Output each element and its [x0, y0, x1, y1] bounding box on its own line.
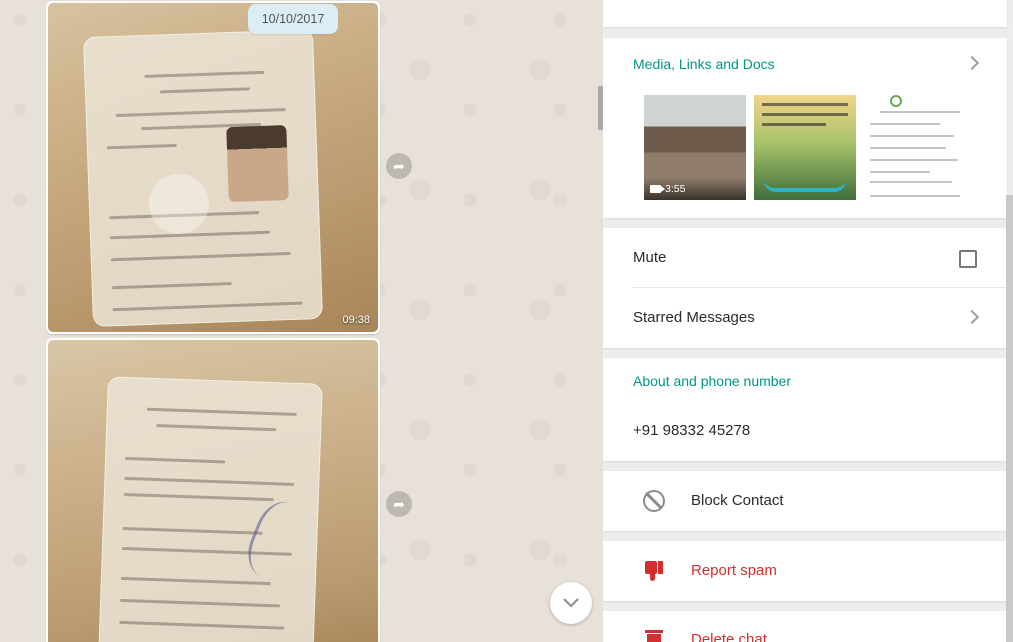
contact-info-panel: Media, Links and Docs 3:55 Mute Starred …	[603, 0, 1013, 642]
image-message[interactable]	[46, 338, 380, 642]
chevron-right-icon[interactable]	[964, 55, 980, 71]
forward-icon[interactable]: ➦	[386, 153, 412, 179]
photo-portrait	[226, 125, 289, 203]
about-title: About and phone number	[633, 373, 792, 389]
id-card	[83, 29, 323, 327]
media-thumbnails: 3:55	[644, 95, 966, 200]
block-contact-button[interactable]: Block Contact	[603, 471, 1007, 531]
media-thumb-image[interactable]	[754, 95, 856, 200]
media-section[interactable]: Media, Links and Docs 3:55	[603, 38, 1007, 218]
scroll-down-button[interactable]	[550, 582, 592, 624]
image-calligraphy	[764, 172, 846, 192]
forward-icon[interactable]: ➦	[386, 491, 412, 517]
id-card	[98, 376, 326, 642]
about-section: About and phone number +91 98332 45278	[603, 358, 1007, 461]
image-message[interactable]: 09:38	[46, 1, 380, 334]
starred-messages-label: Starred Messages	[633, 309, 755, 326]
delete-chat-button[interactable]: Delete chat	[603, 611, 1007, 642]
media-thumb-document[interactable]	[864, 95, 966, 200]
media-thumb-video[interactable]: 3:55	[644, 95, 746, 200]
chat-pane: 10/10/2017 09:38 ➦ ➦	[0, 0, 603, 642]
signature	[239, 494, 326, 591]
phone-number: +91 98332 45278	[633, 422, 751, 439]
profile-section	[603, 0, 1007, 27]
video-camera-icon	[650, 185, 665, 193]
chevron-right-icon	[964, 309, 980, 325]
trash-icon	[645, 630, 663, 642]
starred-messages-row[interactable]: Starred Messages	[603, 288, 1007, 348]
delete-chat-label: Delete chat	[691, 631, 767, 642]
block-icon	[643, 490, 665, 512]
message-time: 09:38	[342, 314, 370, 326]
report-spam-label: Report spam	[691, 562, 777, 579]
media-title: Media, Links and Docs	[633, 56, 775, 72]
thumbs-down-icon	[643, 561, 665, 583]
mute-label: Mute	[633, 249, 667, 266]
voter-id-back-photo[interactable]	[48, 340, 378, 642]
chevron-down-icon	[563, 598, 579, 608]
hologram-seal	[147, 172, 210, 235]
document-logo	[890, 95, 902, 107]
date-chip: 10/10/2017	[248, 4, 338, 34]
block-contact-label: Block Contact	[691, 492, 784, 509]
video-badge: 3:55	[644, 178, 746, 200]
voter-id-front-photo[interactable]: 09:38	[48, 3, 378, 332]
settings-section: Mute Starred Messages	[603, 228, 1007, 348]
video-duration: 3:55	[665, 183, 686, 195]
panel-scrollbar[interactable]	[1006, 195, 1013, 642]
report-spam-button[interactable]: Report spam	[603, 541, 1007, 601]
mute-checkbox[interactable]	[959, 250, 977, 268]
